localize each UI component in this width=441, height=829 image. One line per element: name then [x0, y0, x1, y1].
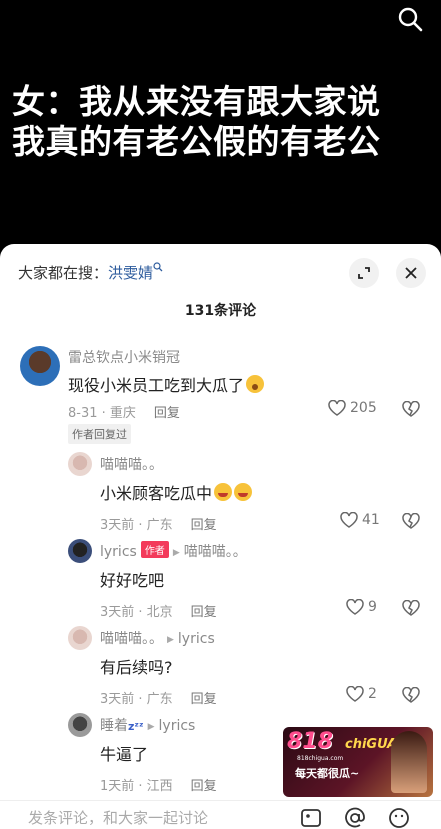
comment-date: 3天前 · 广东	[100, 518, 173, 533]
like-count: 9	[368, 599, 377, 615]
reply-to-name[interactable]: lyrics	[178, 631, 215, 647]
heart-icon	[328, 400, 346, 416]
comment-meta: 3天前 · 广东 回复	[100, 688, 217, 707]
reply-button[interactable]: 回复	[154, 406, 180, 421]
comment-author[interactable]: 喵喵喵。。	[100, 454, 163, 474]
ad-number: 818	[287, 729, 333, 754]
expand-icon	[358, 267, 370, 279]
comment-date: 1天前 · 江西	[100, 779, 173, 794]
avatar[interactable]	[68, 713, 92, 737]
comment-author[interactable]: 喵喵喵。。	[100, 631, 163, 647]
emoji-icon[interactable]	[388, 807, 410, 829]
video-caption: 女：我从来没有跟大家说 我真的有老公假的有老公	[12, 82, 381, 162]
comment-meta: 1天前 · 江西 回复	[100, 775, 217, 794]
comment-input-bar: 发条评论，和大家一起讨论	[0, 800, 441, 829]
heart-icon	[340, 512, 358, 528]
close-icon	[405, 267, 417, 279]
trending-prefix: 大家都在搜：	[18, 264, 109, 282]
comment-date: 8-31 · 重庆	[68, 406, 136, 421]
comment-text: 牛逼了	[100, 745, 149, 764]
author-tag: 作者	[140, 541, 169, 558]
author-replied-badge: 作者回复过	[68, 424, 131, 444]
comment-author-line: 喵喵喵。。 ▶ lyrics	[100, 628, 215, 648]
sleep-zzz-icon: zᶻᶻ	[128, 720, 144, 733]
trending-search[interactable]: 大家都在搜：洪雯婧	[18, 262, 163, 283]
image-icon[interactable]	[300, 807, 322, 829]
small-search-icon	[153, 262, 163, 272]
dislike-icon[interactable]	[402, 513, 420, 529]
comment-author[interactable]: 雷总钦点小米销冠	[68, 347, 180, 367]
comment-text: 小米顾客吃瓜中	[100, 480, 253, 504]
reply-arrow-icon: ▶	[172, 548, 180, 558]
shocked-emoji-icon	[246, 375, 265, 393]
reply-button[interactable]: 回复	[191, 518, 217, 533]
like-count: 205	[350, 400, 377, 416]
comment-date: 3天前 · 广东	[100, 692, 173, 707]
mention-icon[interactable]	[344, 807, 366, 829]
comment-author-line: 睡着zᶻᶻ ▶ lyrics	[100, 715, 195, 735]
like-button[interactable]: 205	[328, 400, 377, 416]
comment-item: 喵喵喵。。 ▶ lyrics 有后续吗? 3天前 · 广东 回复 2	[0, 624, 441, 710]
reply-arrow-icon: ▶	[167, 635, 174, 645]
comment-text: 有后续吗?	[100, 658, 173, 677]
like-button[interactable]: 9	[346, 599, 377, 615]
close-button[interactable]	[396, 258, 426, 288]
comment-author[interactable]: lyrics	[100, 544, 137, 560]
comment-item: 喵喵喵。。 小米顾客吃瓜中 3天前 · 广东 回复 41	[0, 450, 441, 536]
comment-text: 现役小米员工吃到大瓜了	[68, 372, 265, 396]
caption-line-2: 我真的有老公假的有老公	[12, 122, 381, 161]
avatar[interactable]	[68, 626, 92, 650]
dislike-icon[interactable]	[402, 401, 420, 417]
ad-site: 818chigua.com	[297, 755, 344, 762]
avatar[interactable]	[20, 346, 60, 386]
crying-laugh-emoji-icon	[214, 483, 233, 501]
comment-text-content: 小米顾客吃瓜中	[100, 484, 213, 503]
comment-count: 131条评论	[184, 303, 257, 319]
dislike-icon[interactable]	[402, 687, 420, 703]
expand-button[interactable]	[349, 258, 379, 288]
dislike-icon[interactable]	[402, 600, 420, 616]
like-count: 2	[368, 686, 377, 702]
reply-to-name[interactable]: 喵喵喵。。	[184, 544, 247, 560]
comment-author-line: lyrics 作者 ▶ 喵喵喵。。	[100, 541, 247, 561]
search-icon[interactable]	[397, 6, 423, 32]
comment-text: 好好吃吧	[100, 571, 165, 590]
comment-date: 3天前 · 北京	[100, 605, 173, 620]
comment-meta: 8-31 · 重庆 回复	[68, 402, 180, 421]
trending-keyword[interactable]: 洪雯婧	[108, 264, 153, 282]
like-count: 41	[362, 512, 380, 528]
ad-brand: chiGUA	[345, 737, 398, 752]
comment-item: lyrics 作者 ▶ 喵喵喵。。 好好吃吧 3天前 · 北京 回复 9	[0, 537, 441, 623]
comment-author[interactable]: 睡着	[100, 718, 128, 734]
reply-arrow-icon: ▶	[147, 722, 155, 732]
heart-icon	[346, 686, 364, 702]
crying-laugh-emoji-icon	[234, 483, 253, 501]
caption-line-1: 女：我从来没有跟大家说	[12, 82, 381, 121]
avatar[interactable]	[68, 452, 92, 476]
like-button[interactable]: 41	[340, 512, 380, 528]
comment-meta: 3天前 · 北京 回复	[100, 601, 217, 620]
like-button[interactable]: 2	[346, 686, 377, 702]
ad-person-image	[391, 731, 427, 793]
avatar[interactable]	[68, 539, 92, 563]
video-area[interactable]: 女：我从来没有跟大家说 我真的有老公假的有老公	[0, 0, 441, 250]
comment-text-content: 现役小米员工吃到大瓜了	[68, 376, 245, 395]
reply-button[interactable]: 回复	[191, 779, 217, 794]
watermark-ad: 818 chiGUA 818chigua.com 每天都很瓜~	[283, 727, 433, 797]
ad-slogan: 每天都很瓜~	[295, 767, 360, 780]
reply-to-name[interactable]: lyrics	[159, 718, 196, 734]
comment-input[interactable]: 发条评论，和大家一起讨论	[28, 807, 208, 828]
comment-item: 雷总钦点小米销冠 现役小米员工吃到大瓜了 8-31 · 重庆 回复 作者回复过 2…	[0, 344, 441, 444]
heart-icon	[346, 599, 364, 615]
reply-button[interactable]: 回复	[191, 605, 217, 620]
comment-meta: 3天前 · 广东 回复	[100, 514, 217, 533]
reply-button[interactable]: 回复	[191, 692, 217, 707]
